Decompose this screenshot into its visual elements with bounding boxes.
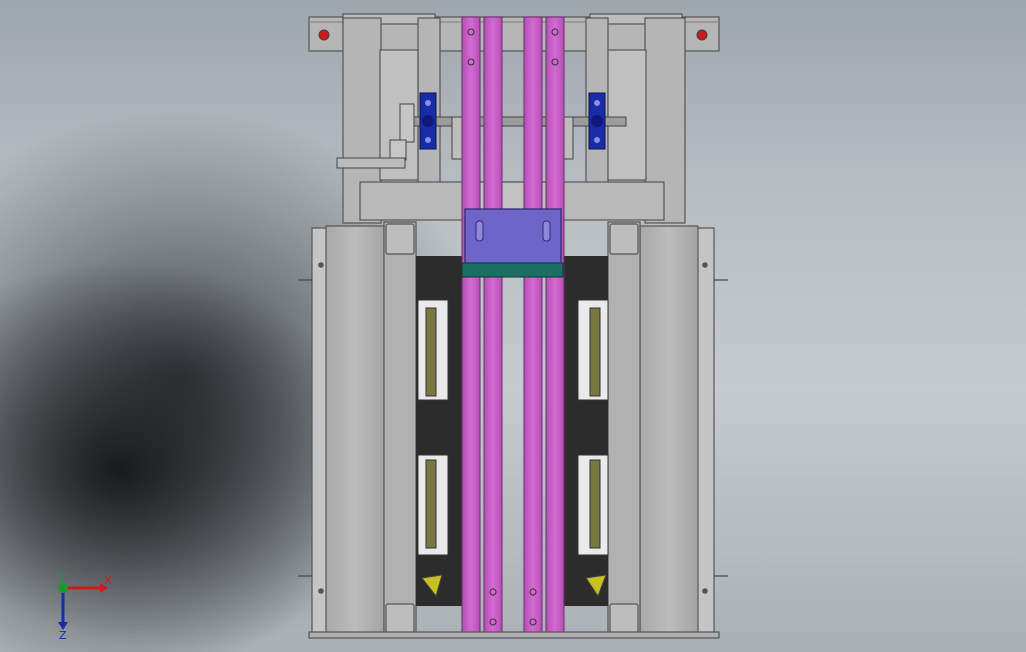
model-viewport[interactable]: X Y Z <box>0 0 1026 652</box>
coordinate-triad: X Y Z <box>58 571 112 640</box>
guide-rails <box>461 16 565 637</box>
y-axis-label: Y <box>58 571 66 584</box>
left-side-plate <box>298 221 417 637</box>
bearing-left <box>419 92 437 150</box>
mount-hole-left <box>318 29 330 41</box>
bearing-right <box>588 92 606 150</box>
right-side-plate <box>607 221 728 637</box>
assembly-model[interactable] <box>0 0 1026 652</box>
y-axis-dot <box>58 583 68 593</box>
x-axis-label: X <box>104 574 112 587</box>
z-axis-label: Z <box>59 629 67 640</box>
bottom-frame <box>308 631 720 639</box>
mount-hole-right <box>696 29 708 41</box>
slider-block[interactable] <box>461 208 564 278</box>
